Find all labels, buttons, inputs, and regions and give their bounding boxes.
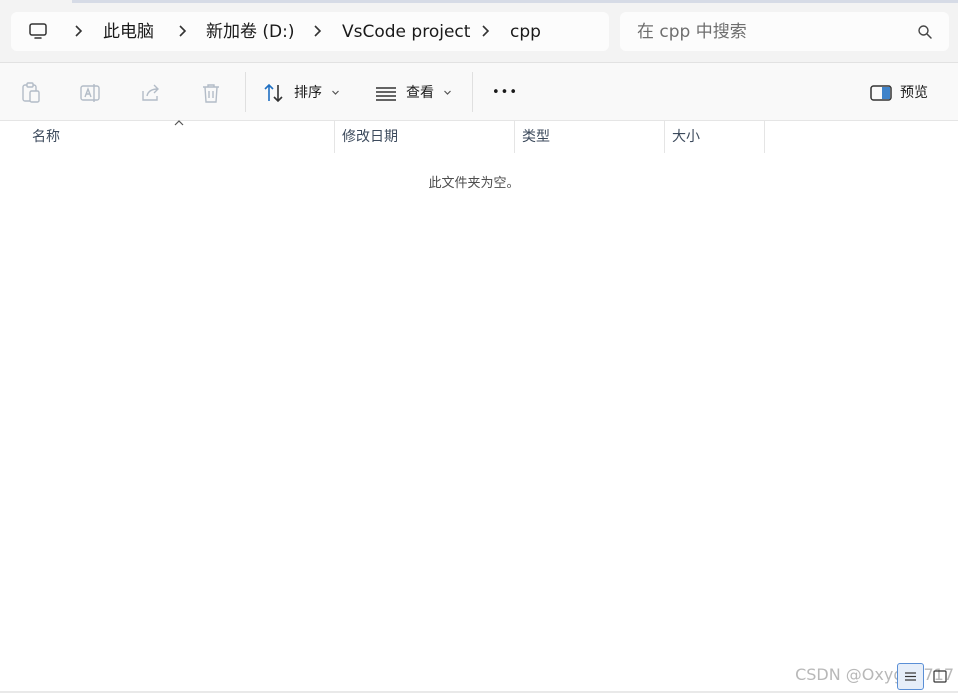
column-divider[interactable]	[764, 121, 765, 153]
top-accent-strip	[72, 0, 958, 3]
toolbar-divider	[472, 72, 473, 112]
breadcrumb-cpp[interactable]: cpp	[510, 21, 541, 43]
chevron-down-icon[interactable]	[331, 88, 340, 97]
paste-icon[interactable]	[19, 81, 43, 105]
details-view-button[interactable]	[897, 663, 924, 690]
breadcrumb-this-pc[interactable]: 此电脑	[103, 21, 154, 43]
sort-icon[interactable]	[262, 81, 286, 105]
column-header-type[interactable]: 类型	[515, 121, 664, 153]
breadcrumb-drive-d[interactable]: 新加卷 (D:)	[206, 21, 295, 43]
column-header-size[interactable]: 大小	[665, 121, 764, 153]
preview-pane-icon[interactable]	[869, 81, 893, 105]
navigation-region: 此电脑 新加卷 (D:) VsCode project cpp 在 cpp 中搜…	[0, 0, 958, 63]
column-header-row: 名称 修改日期 类型 大小	[0, 121, 958, 153]
breadcrumb-vscode-project[interactable]: VsCode project	[342, 21, 470, 43]
chevron-right-icon[interactable]	[479, 23, 493, 39]
sort-button[interactable]: 排序	[294, 83, 322, 103]
search-input[interactable]: 在 cpp 中搜索	[620, 12, 949, 51]
view-button[interactable]: 查看	[406, 83, 434, 103]
preview-button[interactable]: 预览	[900, 83, 928, 103]
chevron-right-icon[interactable]	[72, 23, 86, 39]
chevron-right-icon[interactable]	[176, 23, 190, 39]
empty-folder-message: 此文件夹为空。	[428, 176, 520, 191]
details-view-icon	[905, 672, 916, 681]
share-icon[interactable]	[139, 81, 163, 105]
command-bar: 排序 查看 ••• 预览	[0, 63, 958, 121]
more-options-button[interactable]: •••	[492, 83, 518, 103]
computer-icon[interactable]	[28, 21, 48, 41]
search-icon[interactable]	[917, 24, 933, 40]
tiles-view-icon	[933, 670, 947, 683]
rename-icon[interactable]	[79, 81, 103, 105]
chevron-right-icon[interactable]	[311, 23, 325, 39]
toolbar-divider	[245, 72, 246, 112]
sort-caret-icon	[174, 120, 184, 126]
view-layout-icon[interactable]	[374, 81, 398, 105]
tiles-view-button[interactable]	[927, 663, 954, 690]
address-bar[interactable]: 此电脑 新加卷 (D:) VsCode project cpp	[11, 12, 609, 51]
column-header-modified[interactable]: 修改日期	[335, 121, 514, 153]
chevron-down-icon[interactable]	[443, 88, 452, 97]
delete-icon[interactable]	[199, 81, 223, 105]
search-placeholder: 在 cpp 中搜索	[637, 22, 747, 42]
